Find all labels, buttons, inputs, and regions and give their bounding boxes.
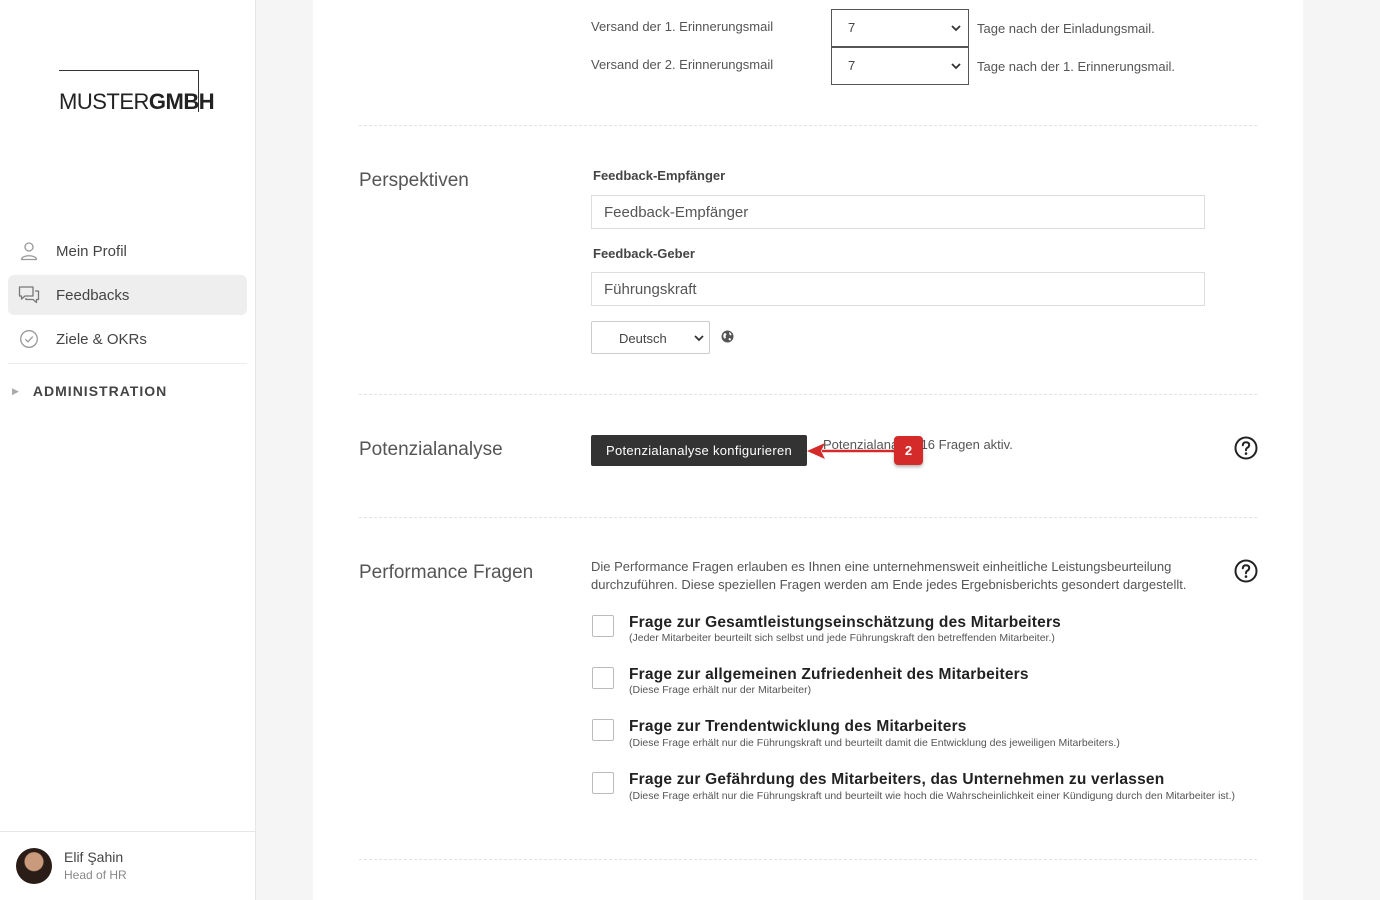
checkbox-gesamtleistung[interactable]	[592, 615, 614, 637]
avatar	[16, 848, 52, 884]
section-title-perspektiven: Perspektiven	[359, 170, 469, 191]
user-profile-box[interactable]: Elif Şahin Head of HR	[0, 831, 256, 900]
feedback-empfaenger-input[interactable]: Feedback-Empfänger	[591, 195, 1205, 229]
main-nav: Mein Profil Feedbacks Ziele & OKRs	[8, 231, 247, 363]
language-select[interactable]: Deutsch	[591, 321, 710, 354]
configure-potenzialanalyse-button[interactable]: Potenzialanalyse konfigurieren	[591, 435, 807, 466]
nav-item-ziele-okrs[interactable]: Ziele & OKRs	[8, 319, 247, 359]
user-icon	[18, 240, 40, 262]
section-divider	[359, 517, 1257, 518]
section-title-potenzialanalyse: Potenzialanalyse	[359, 439, 503, 460]
feedback-empfaenger-label: Feedback-Empfänger	[593, 168, 726, 183]
question-subtitle: (Jeder Mitarbeiter beurteilt sich selbst…	[629, 632, 1055, 644]
nav-item-label: Feedbacks	[56, 286, 130, 304]
globe-icon	[721, 330, 734, 343]
nav-item-label: Ziele & OKRs	[56, 330, 147, 348]
nav-item-feedbacks[interactable]: Feedbacks	[8, 275, 247, 315]
question-subtitle: (Diese Frage erhält nur die Führungskraf…	[629, 790, 1236, 802]
checkbox-zufriedenheit[interactable]	[592, 667, 614, 689]
question-title: Frage zur Gefährdung des Mitarbeiters, d…	[629, 771, 1165, 788]
caret-right-icon: ▶	[12, 385, 19, 396]
nav-item-mein-profil[interactable]: Mein Profil	[8, 231, 247, 271]
reminder-2-select[interactable]: 7	[831, 47, 969, 85]
logo-text-thin: MUSTER	[59, 89, 149, 114]
checkbox-trendentwicklung[interactable]	[592, 719, 614, 741]
section-divider	[359, 125, 1257, 126]
reminder-2-suffix: Tage nach der 1. Erinnerungsmail.	[977, 59, 1176, 74]
chevron-down-icon	[951, 25, 961, 32]
check-circle-icon	[18, 328, 40, 350]
performance-description: Die Performance Fragen erlauben es Ihnen…	[591, 559, 1187, 592]
nav-divider	[8, 363, 247, 364]
feedback-geber-input[interactable]: Führungskraft	[591, 272, 1205, 306]
annotation-badge: 2	[894, 436, 923, 465]
help-icon[interactable]	[1234, 436, 1258, 460]
reminder-1-select[interactable]: 7	[831, 9, 969, 47]
company-logo[interactable]: MUSTERGMBH	[59, 70, 215, 114]
chat-icon	[18, 284, 40, 306]
user-role: Head of HR	[64, 868, 127, 882]
reminder-1-value: 7	[848, 20, 856, 35]
admin-label: ADMINISTRATION	[32, 383, 168, 399]
chevron-down-icon	[694, 335, 704, 342]
nav-item-label: Mein Profil	[56, 242, 127, 260]
question-subtitle: (Diese Frage erhält nur der Mitarbeiter)	[629, 684, 812, 696]
annotation-arrow	[807, 443, 894, 459]
question-subtitle: (Diese Frage erhält nur die Führungskraf…	[629, 737, 1120, 749]
section-title-performance-fragen: Performance Fragen	[359, 562, 534, 583]
question-title: Frage zur Gesamtleistungseinschätzung de…	[629, 614, 1061, 631]
feedback-geber-label: Feedback-Geber	[593, 246, 695, 261]
reminder-2-value: 7	[848, 58, 856, 73]
section-divider	[359, 394, 1257, 395]
question-title: Frage zur allgemeinen Zufriedenheit des …	[629, 666, 1029, 683]
admin-toggle[interactable]: ▶ ADMINISTRATION	[12, 383, 167, 399]
reminder-1-label: Versand der 1. Erinnerungsmail	[591, 19, 774, 34]
help-icon[interactable]	[1234, 559, 1258, 583]
language-value: Deutsch	[619, 331, 667, 346]
section-divider	[359, 859, 1257, 860]
logo-text-bold: GMBH	[148, 89, 215, 114]
chevron-down-icon	[951, 63, 961, 70]
checkbox-gefaehrdung[interactable]	[592, 772, 614, 794]
reminder-2-label: Versand der 2. Erinnerungsmail	[591, 57, 774, 72]
reminder-1-suffix: Tage nach der Einladungsmail.	[977, 21, 1155, 36]
question-title: Frage zur Trendentwicklung des Mitarbeit…	[629, 718, 967, 735]
sidebar: MUSTERGMBH Mein Profil Feedbacks Ziele &…	[0, 0, 256, 900]
user-name: Elif Şahin	[64, 849, 124, 865]
